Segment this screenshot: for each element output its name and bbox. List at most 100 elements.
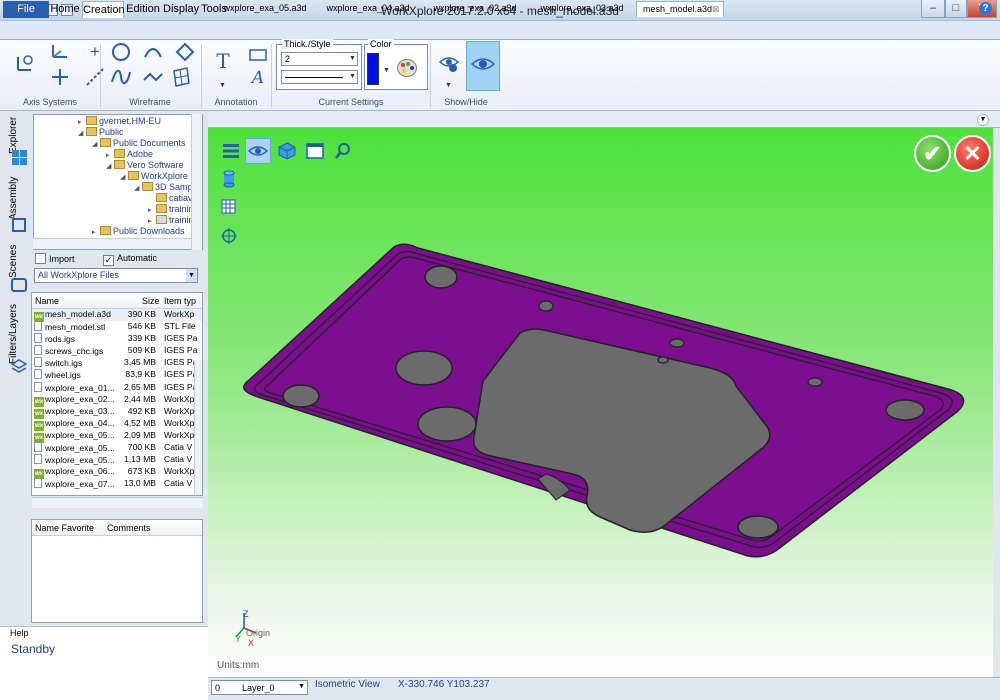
- cube-view-icon[interactable]: [274, 138, 300, 164]
- chevron-down-icon[interactable]: ▼: [349, 73, 356, 80]
- tree-node[interactable]: ◢ Public Documents: [92, 138, 186, 148]
- help-icon[interactable]: ?: [979, 2, 992, 15]
- spline-icon[interactable]: [110, 66, 132, 88]
- show-eye-icon[interactable]: [438, 52, 460, 74]
- diamond-icon[interactable]: [174, 41, 196, 63]
- expand-icon[interactable]: ◢: [134, 184, 142, 192]
- file-row[interactable]: wheel.igs 83,9 KB IGES Pa: [32, 369, 202, 381]
- 3d-viewport[interactable]: Z Y X Origin: [208, 128, 993, 677]
- file-row[interactable]: wxplore_exa_01... 2,65 MB IGES Pa: [32, 381, 202, 394]
- tab-display[interactable]: Display: [163, 1, 199, 18]
- section-grid-icon[interactable]: [216, 194, 242, 220]
- hide-eye-button[interactable]: [466, 41, 500, 91]
- layer-dropdown[interactable]: 0 Layer_0 ▼: [211, 680, 308, 695]
- file-row[interactable]: screws_chc.igs 509 KB IGES Pa: [32, 345, 202, 357]
- tree-node[interactable]: ▸ trainin: [148, 215, 194, 225]
- file-row[interactable]: wxplore_exa_05... 1,13 MB Catia V: [32, 454, 202, 466]
- expand-icon[interactable]: ▸: [92, 228, 100, 236]
- tree-node[interactable]: ▸ trainin: [148, 204, 194, 214]
- cylinder-icon[interactable]: [216, 166, 242, 192]
- window-view-icon[interactable]: [302, 138, 328, 164]
- doc-tab[interactable]: wxplore_exa_04.a3d: [318, 1, 418, 17]
- cancel-button[interactable]: ✕: [954, 135, 991, 172]
- chevron-down-icon[interactable]: ▼: [298, 683, 305, 690]
- column-name-favorite[interactable]: Name Favorite: [35, 523, 94, 533]
- tree-horizontal-scrollbar[interactable]: [33, 238, 191, 249]
- menu-icon[interactable]: [218, 138, 244, 164]
- zoom-search-icon[interactable]: [330, 138, 356, 164]
- line-style-dropdown[interactable]: [281, 70, 358, 84]
- tree-node[interactable]: ◢ 3D Sample: [134, 182, 200, 192]
- column-size[interactable]: Size: [142, 296, 160, 306]
- file-row[interactable]: wx wxplore_exa_02... 2,44 MB WorkXp: [32, 394, 202, 407]
- expand-icon[interactable]: ▸: [148, 217, 156, 225]
- circle-icon[interactable]: [110, 41, 132, 63]
- visibility-eye-icon[interactable]: [245, 138, 271, 164]
- axis-system-icon[interactable]: [14, 52, 36, 74]
- expand-icon[interactable]: ◢: [78, 129, 86, 137]
- column-item-type[interactable]: Item typ: [164, 296, 196, 306]
- tree-vertical-scrollbar[interactable]: [191, 114, 202, 250]
- tree-node[interactable]: ▸ Adobe: [106, 149, 153, 159]
- point-icon[interactable]: +: [84, 41, 106, 63]
- close-tab-icon[interactable]: ⊠: [712, 2, 720, 17]
- tab-file[interactable]: File: [3, 1, 49, 18]
- expand-icon[interactable]: ▸: [78, 118, 86, 126]
- tree-node[interactable]: ▸ Public Downloads: [92, 226, 185, 236]
- file-row[interactable]: wx wxplore_exa_06... 673 KB WorkXp: [32, 466, 202, 480]
- expand-icon[interactable]: ◢: [92, 140, 100, 148]
- axis-rotate-icon[interactable]: [49, 41, 71, 63]
- tab-edition[interactable]: Edition: [126, 1, 160, 18]
- text-tool-icon[interactable]: T: [212, 49, 234, 73]
- import-option[interactable]: Import: [35, 253, 75, 264]
- color-swatch[interactable]: [367, 53, 379, 85]
- file-row[interactable]: rods.igs 339 KB IGES Pa: [32, 333, 202, 345]
- chevron-down-icon[interactable]: ▼: [219, 82, 226, 89]
- axis-origin-icon[interactable]: [49, 66, 71, 88]
- file-row[interactable]: wx mesh_model.a3d 390 KB WorkXp: [32, 309, 202, 322]
- line-icon[interactable]: [84, 66, 106, 88]
- label-tool-icon[interactable]: A: [247, 67, 269, 89]
- tab-list-icon[interactable]: ▼: [977, 114, 989, 126]
- dimension-icon[interactable]: [247, 44, 269, 66]
- import-checkbox[interactable]: [35, 253, 46, 264]
- mesh-model[interactable]: [208, 128, 993, 677]
- expand-icon[interactable]: ◢: [120, 173, 128, 181]
- column-name[interactable]: Name: [35, 296, 59, 306]
- chevron-down-icon[interactable]: ▼: [445, 82, 452, 89]
- minimize-button[interactable]: –: [921, 0, 945, 18]
- file-list-horizontal-scrollbar[interactable]: [32, 497, 203, 508]
- tree-node[interactable]: catiav: [148, 193, 193, 203]
- tab-creation[interactable]: Creation: [82, 1, 125, 18]
- file-row[interactable]: wx wxplore_exa_05... 2,09 MB WorkXp: [32, 430, 202, 443]
- side-tab-scenes[interactable]: Scenes: [8, 245, 30, 278]
- automatic-option[interactable]: ✓ Automatic: [103, 253, 157, 266]
- chevron-down-icon[interactable]: ▼: [349, 55, 356, 62]
- confirm-button[interactable]: ✔: [914, 135, 951, 172]
- file-type-filter[interactable]: All WorkXplore Files: [34, 268, 198, 283]
- file-row[interactable]: wx wxplore_exa_04... 4,52 MB WorkXp: [32, 418, 202, 431]
- file-row[interactable]: wxplore_exa_05... 700 KB Catia V: [32, 442, 202, 454]
- viewport-scrollbar[interactable]: [993, 128, 1000, 677]
- file-row[interactable]: switch.igs 3,45 MB IGES Pa: [32, 357, 202, 369]
- side-tab-assembly[interactable]: Assembly: [8, 177, 30, 220]
- thickness-dropdown[interactable]: 2: [281, 52, 358, 66]
- automatic-checkbox[interactable]: ✓: [103, 255, 114, 266]
- expand-icon[interactable]: ▸: [106, 151, 114, 159]
- file-row[interactable]: wxplore_exa_07... 13,0 MB Catia V: [32, 478, 202, 490]
- tree-node[interactable]: ▸ gvernet.HM-EU: [78, 116, 161, 126]
- file-list-scrollbar[interactable]: [194, 360, 202, 495]
- doc-tab-active[interactable]: mesh_model.a3d ⊠: [636, 1, 724, 17]
- tree-node[interactable]: ◢ Public: [78, 127, 124, 137]
- crosshair-icon[interactable]: [216, 223, 242, 249]
- doc-tab[interactable]: wxplore_exa_02.a3d: [425, 1, 525, 17]
- doc-tab[interactable]: wxplore_exa_05.a3d: [215, 1, 315, 17]
- surface-grid-icon[interactable]: [170, 66, 192, 88]
- expand-icon[interactable]: ◢: [106, 162, 114, 170]
- polyline-icon[interactable]: [142, 66, 164, 88]
- chevron-down-icon[interactable]: ▼: [186, 269, 197, 282]
- tab-home[interactable]: Home: [50, 1, 80, 18]
- arc-icon[interactable]: [142, 41, 164, 63]
- file-row[interactable]: wx wxplore_exa_03... 492 KB WorkXp: [32, 406, 202, 419]
- tree-node[interactable]: ◢ WorkXplore: [120, 171, 188, 181]
